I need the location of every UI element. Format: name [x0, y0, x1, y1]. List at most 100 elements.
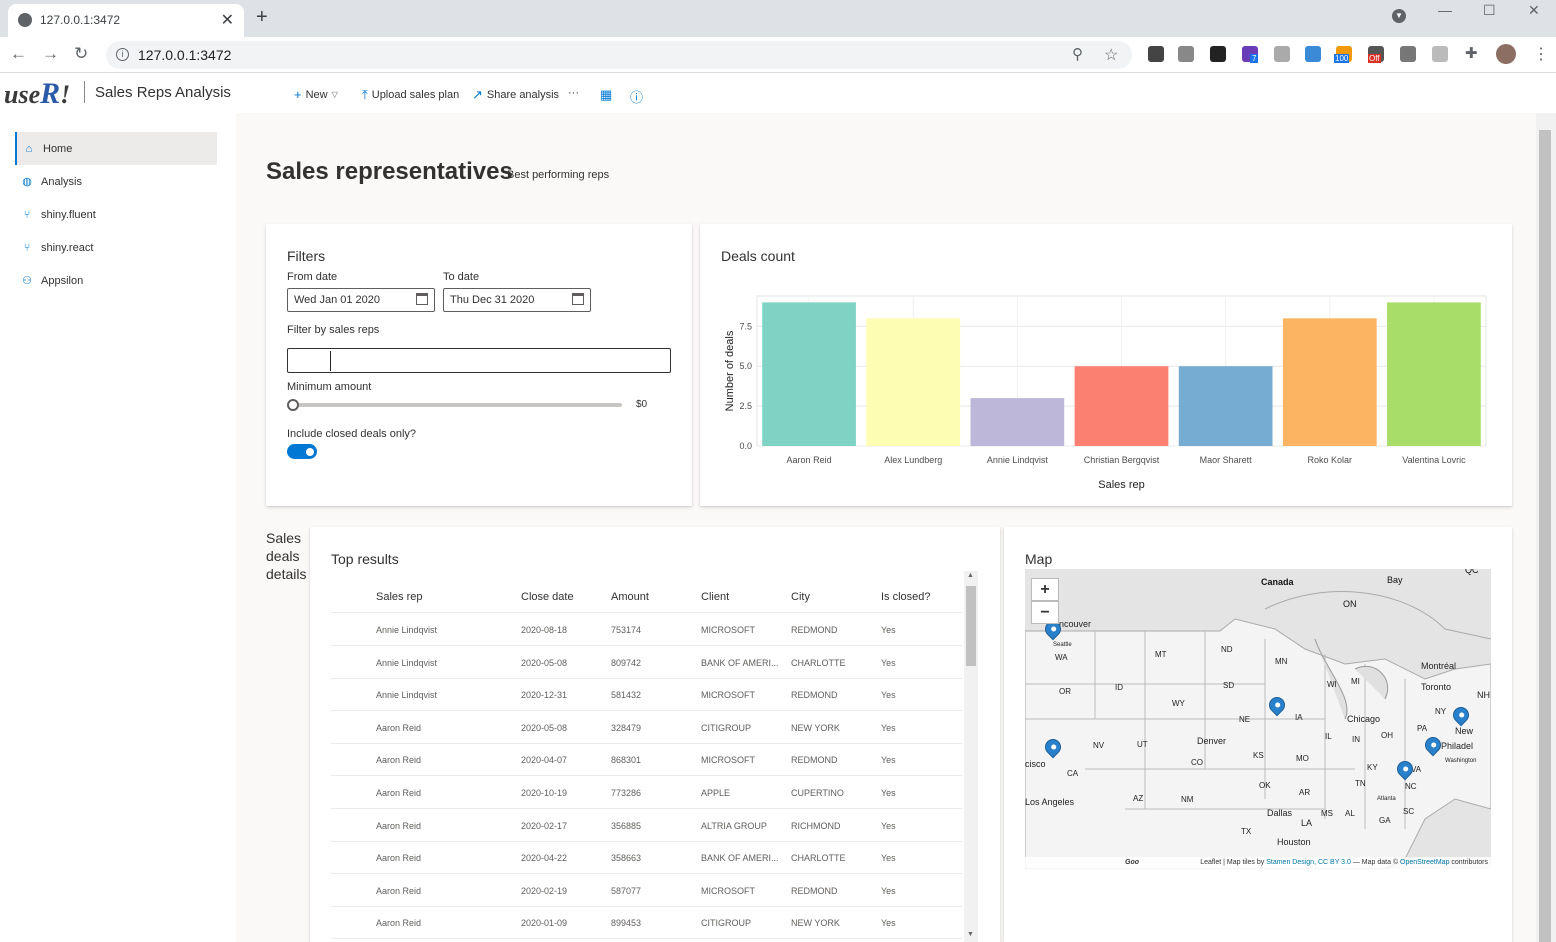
table-cell: MICROSOFT	[701, 885, 755, 896]
table-scrollbar-thumb[interactable]	[966, 586, 976, 666]
x-tick-label: Christian Bergqvist	[1084, 455, 1160, 465]
sales-reps-picker-input[interactable]	[287, 348, 671, 373]
y-tick-label: 0.0	[739, 441, 752, 451]
close-window-button[interactable]: ✕	[1528, 2, 1540, 19]
column-header-is-closed[interactable]: Is closed?	[881, 591, 931, 603]
column-header-client[interactable]: Client	[701, 591, 729, 603]
nav-item-shiny-fluent[interactable]: ⑂ shiny.fluent	[15, 198, 217, 231]
new-tab-button[interactable]: +	[256, 6, 268, 29]
upload-sales-plan-button[interactable]: ⤒ Upload sales plan	[362, 87, 459, 103]
table-cell: 2020-12-31	[521, 690, 568, 701]
table-cell: REDMOND	[791, 625, 838, 635]
table-cell: CITIGROUP	[701, 722, 752, 733]
from-date-label: From date	[287, 271, 338, 283]
extension-icon[interactable]	[1210, 46, 1226, 62]
city-label: Philadel	[1441, 741, 1474, 751]
extension-icon[interactable]	[1305, 46, 1321, 62]
zoom-out-button[interactable]: −	[1031, 601, 1059, 624]
minimum-amount-slider[interactable]	[292, 403, 622, 407]
bar	[1282, 318, 1377, 446]
table-row[interactable]: Aaron Reid 2020-02-17 356885 ALTRIA GROUP RI…	[331, 809, 962, 842]
globe-icon: ◍	[22, 176, 32, 188]
state-label: MO	[1296, 754, 1309, 763]
minimum-amount-slider-thumb[interactable]	[287, 399, 299, 411]
extension-icon[interactable]: Off	[1368, 46, 1384, 63]
map-title: Map	[1025, 551, 1053, 567]
zoom-in-button[interactable]: +	[1031, 578, 1059, 601]
more-commands-button[interactable]: ···	[568, 87, 579, 99]
x-axis-label: Sales rep	[1098, 479, 1144, 491]
browser-tab[interactable]: 127.0.0.1:3472 ✕	[8, 4, 244, 37]
back-arrow-icon[interactable]: ←	[10, 44, 27, 64]
extension-icon[interactable]	[1178, 46, 1194, 62]
puzzle-icon[interactable]: ✚	[1465, 44, 1478, 62]
city-label: Montréal	[1421, 661, 1457, 671]
from-date-picker[interactable]: Wed Jan 01 2020	[287, 288, 435, 312]
state-label: NE	[1239, 715, 1251, 724]
table-row[interactable]: Aaron Reid 2020-01-09 899453 CITIGROUP NEW Y…	[331, 906, 962, 940]
city-label: Washington	[1445, 758, 1477, 764]
share-analysis-button[interactable]: ↗ Share analysis	[472, 87, 559, 103]
avatar[interactable]	[1496, 44, 1516, 64]
column-header-sales-rep[interactable]: Sales rep	[376, 591, 422, 603]
x-tick-label: Alex Lundberg	[884, 455, 942, 465]
nav-item-appsilon[interactable]: ⚇ Appsilon	[15, 264, 217, 297]
scroll-up-arrow-icon[interactable]: ▲	[967, 572, 974, 579]
zoom-icon[interactable]: ⚲	[1072, 45, 1083, 63]
closed-deals-toggle[interactable]	[287, 444, 317, 459]
table-row[interactable]: Aaron Reid 2020-04-22 358663 BANK OF AMERI.…	[331, 841, 962, 875]
layout-icon[interactable]: ▦	[600, 87, 612, 103]
table-row[interactable]: Annie Lindqvist 2020-12-31 581432 MICROSOFT…	[331, 678, 962, 712]
reload-icon[interactable]: ↻	[74, 44, 88, 64]
header-divider	[84, 81, 85, 103]
site-info-icon[interactable]: i	[116, 48, 129, 61]
table-cell: Aaron Reid	[376, 755, 422, 766]
minimize-button[interactable]: —	[1438, 2, 1452, 18]
new-button[interactable]: + New ▽	[294, 87, 338, 102]
kebab-menu-icon[interactable]: ⋮	[1533, 44, 1549, 64]
city-label: Atlanta	[1377, 796, 1396, 802]
table-cell: Yes	[881, 657, 896, 668]
extension-icon[interactable]	[1400, 46, 1416, 62]
extension-icon[interactable]	[1274, 46, 1290, 62]
state-label: SC	[1403, 807, 1415, 816]
leaflet-map[interactable]: WA MT ND MN OR ID SD WY WI MI IA NE NV UT CO KS MO IL IN OH…	[1025, 569, 1491, 869]
profile-dropdown-icon[interactable]: ▼	[1392, 9, 1406, 23]
y-tick-label: 7.5	[739, 321, 752, 331]
table-row[interactable]: Aaron Reid 2020-10-19 773286 APPLE CUPERTINO…	[331, 776, 962, 809]
forward-arrow-icon[interactable]: →	[42, 44, 59, 64]
maximize-button[interactable]: ☐	[1483, 2, 1496, 19]
column-header-city[interactable]: City	[791, 591, 810, 603]
osm-link[interactable]: OpenStreetMap	[1400, 859, 1449, 866]
nav-item-shiny-react[interactable]: ⑂ shiny.react	[15, 231, 217, 264]
state-label: NY	[1435, 707, 1447, 716]
scroll-down-arrow-icon[interactable]: ▼	[967, 931, 974, 938]
region-label: Bay	[1387, 575, 1403, 585]
page-scrollbar-thumb[interactable]	[1539, 130, 1551, 942]
extension-icon[interactable]: 100	[1334, 46, 1352, 63]
table-cell: 2020-04-22	[521, 853, 568, 864]
table-cell: ALTRIA GROUP	[701, 820, 767, 831]
browser-toolbar: ← → ↻ i 127.0.0.1:3472 ⚲ ☆ 7 100 Off ✚ ⋮	[0, 37, 1556, 73]
extension-icon[interactable]: 7	[1242, 46, 1259, 63]
table-row[interactable]: Aaron Reid 2020-05-08 328479 CITIGROUP NEW Y…	[331, 711, 962, 744]
to-date-picker[interactable]: Thu Dec 31 2020	[443, 288, 591, 312]
table-row[interactable]: Aaron Reid 2020-04-07 868301 MICROSOFT REDMO…	[331, 743, 962, 777]
nav-item-analysis[interactable]: ◍ Analysis	[15, 165, 217, 198]
nav-item-home[interactable]: ⌂ Home	[15, 132, 217, 165]
info-icon[interactable]: ⓘ	[630, 87, 643, 106]
table-row[interactable]: Annie Lindqvist 2020-08-18 753174 MICROSOFT…	[331, 613, 962, 646]
bookmark-star-icon[interactable]: ☆	[1104, 45, 1118, 65]
state-label: KY	[1367, 763, 1378, 772]
extension-icon[interactable]	[1148, 46, 1164, 62]
close-tab-icon[interactable]: ✕	[221, 10, 234, 30]
browser-tab-strip: 127.0.0.1:3472 ✕ + ▼ — ☐ ✕	[0, 0, 1556, 37]
table-cell: Aaron Reid	[376, 788, 422, 798]
stamen-link[interactable]: Stamen Design, CC BY 3.0	[1266, 859, 1351, 866]
column-header-amount[interactable]: Amount	[611, 591, 649, 603]
column-header-close-date[interactable]: Close date	[521, 591, 574, 603]
table-row[interactable]: Aaron Reid 2020-02-19 587077 MICROSOFT REDMO…	[331, 874, 962, 907]
table-row[interactable]: Annie Lindqvist 2020-05-08 809742 BANK OF A…	[331, 646, 962, 679]
address-bar[interactable]: i 127.0.0.1:3472 ⚲ ☆	[106, 41, 1132, 69]
extension-icon[interactable]	[1432, 46, 1448, 62]
